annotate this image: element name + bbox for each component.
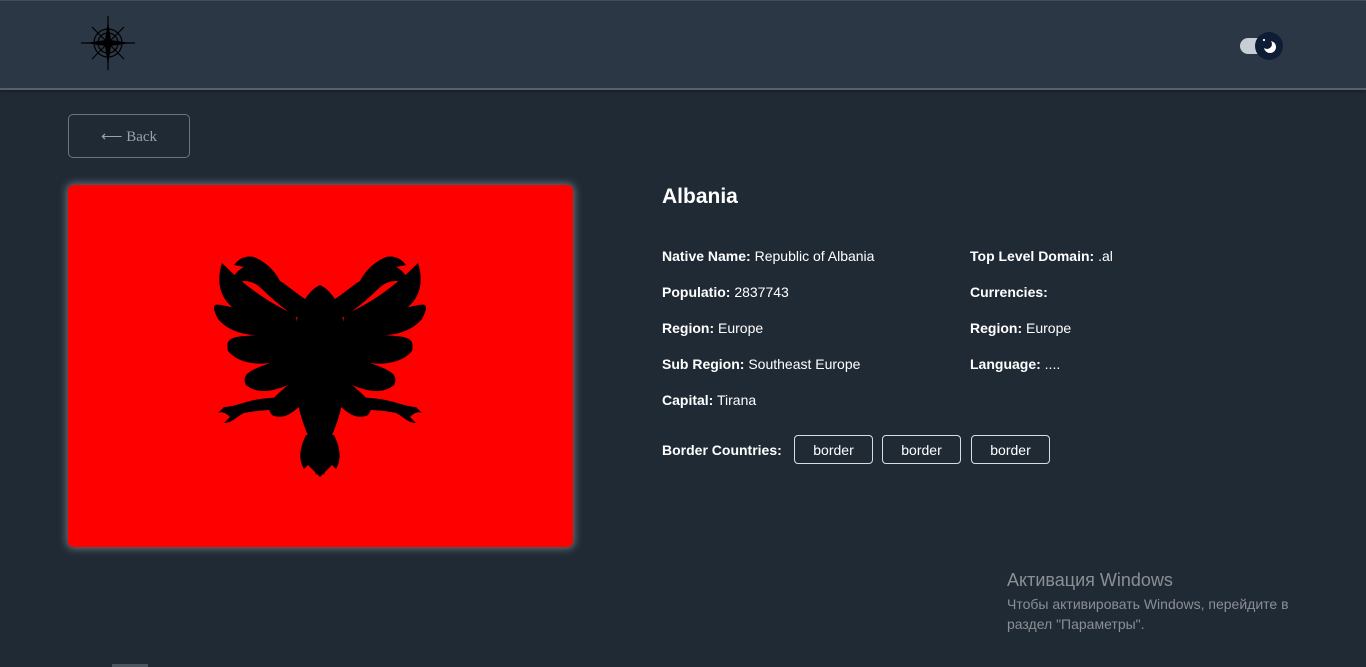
- detail-label: Region:: [970, 320, 1023, 336]
- detail-value: Tirana: [716, 392, 757, 408]
- detail-label: Language:: [970, 356, 1041, 372]
- border-country-button[interactable]: border: [882, 435, 961, 464]
- theme-toggle[interactable]: [1239, 32, 1285, 62]
- detail-label: Native Name:: [662, 248, 751, 264]
- region-row: Region: Europe: [662, 320, 763, 336]
- detail-value: ....: [1044, 356, 1061, 372]
- language-row: Language: ....: [970, 356, 1060, 372]
- detail-value: 2837743: [734, 284, 789, 300]
- capital-row: Capital: Tirana: [662, 392, 756, 408]
- detail-label: Region:: [662, 320, 715, 336]
- sub-region-row: Sub Region: Southeast Europe: [662, 356, 860, 372]
- border-countries-label: Border Countries:: [662, 442, 782, 458]
- border-country-button[interactable]: border: [971, 435, 1050, 464]
- watermark-text: Чтобы активировать Windows, перейдите в …: [1007, 596, 1289, 632]
- detail-value: Republic of Albania: [754, 248, 875, 264]
- detail-label: Currencies:: [970, 284, 1048, 300]
- population-row: Populatio: 2837743: [662, 284, 789, 300]
- border-country-button[interactable]: border: [794, 435, 873, 464]
- native-name-row: Native Name: Republic of Albania: [662, 248, 874, 264]
- watermark-title: Активация Windows: [1007, 570, 1173, 590]
- app-header: [0, 1, 1366, 90]
- compass-rose-icon[interactable]: [80, 15, 136, 71]
- back-button[interactable]: ⟵ Back: [68, 114, 190, 158]
- currencies-row: Currencies:: [970, 284, 1048, 300]
- windows-activation-watermark: Активация Windows Чтобы активировать Win…: [1007, 570, 1327, 634]
- detail-label: Top Level Domain:: [970, 248, 1095, 264]
- detail-value: Europe: [718, 320, 764, 336]
- detail-value: Southeast Europe: [748, 356, 861, 372]
- country-flag: [68, 185, 573, 547]
- detail-label: Sub Region:: [662, 356, 745, 372]
- detail-value: Europe: [1026, 320, 1072, 336]
- detail-label: Capital:: [662, 392, 714, 408]
- double-headed-eagle-icon: [213, 256, 427, 477]
- moon-icon: [1262, 38, 1276, 53]
- detail-value: .al: [1098, 248, 1113, 264]
- country-name: Albania: [662, 185, 738, 208]
- toggle-knob: [1255, 32, 1283, 60]
- region-row-secondary: Region: Europe: [970, 320, 1071, 336]
- detail-label: Populatio:: [662, 284, 731, 300]
- top-level-domain-row: Top Level Domain: .al: [970, 248, 1113, 264]
